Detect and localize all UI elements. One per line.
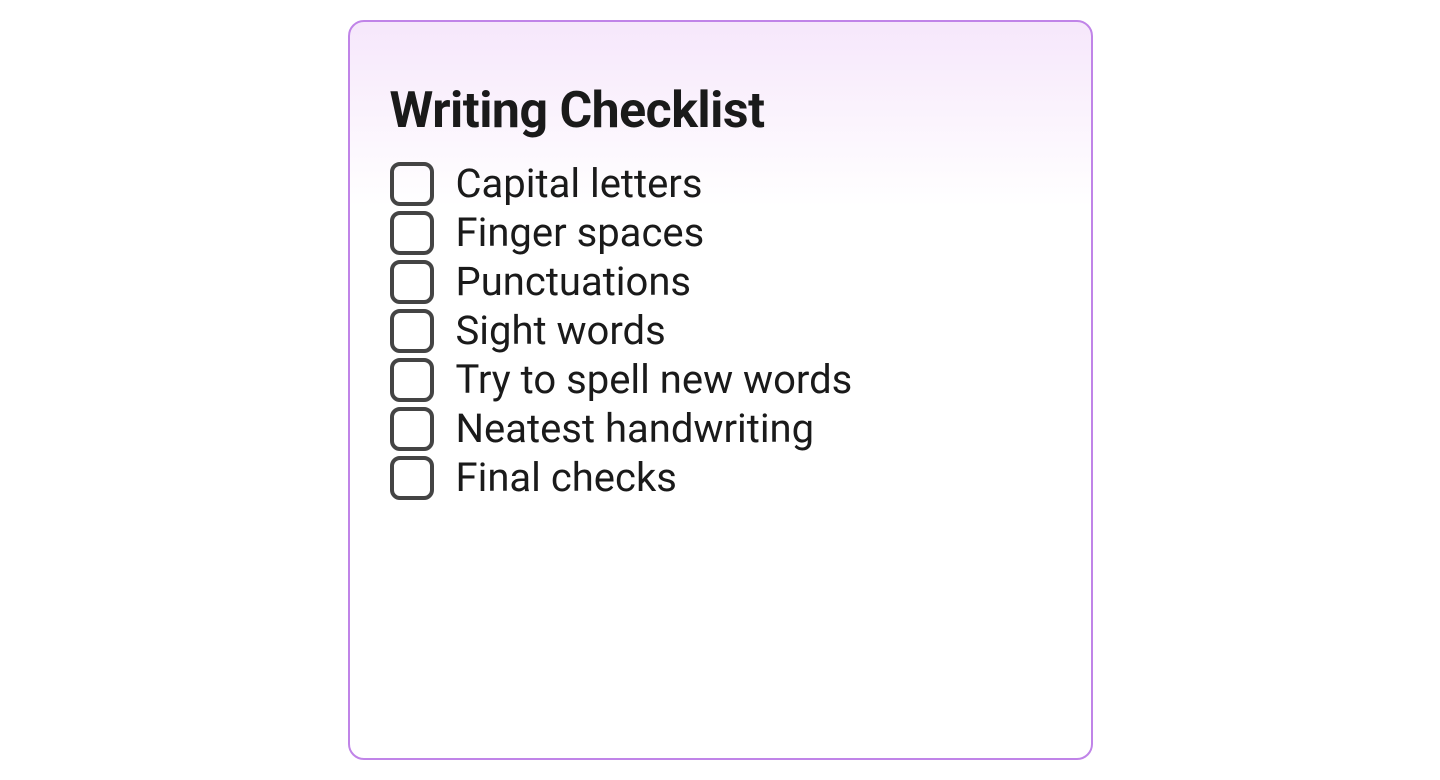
checkbox[interactable] — [390, 309, 434, 353]
checkbox[interactable] — [390, 358, 434, 402]
checkbox[interactable] — [390, 456, 434, 500]
checklist: Capital letters Finger spaces Punctuatio… — [390, 160, 1051, 501]
item-label: Capital letters — [456, 160, 703, 207]
list-item: Capital letters — [390, 160, 1051, 207]
checkbox[interactable] — [390, 211, 434, 255]
item-label: Finger spaces — [456, 209, 705, 256]
item-label: Try to spell new words — [456, 356, 853, 403]
item-label: Final checks — [456, 454, 677, 501]
card-title: Writing Checklist — [390, 82, 1051, 140]
item-label: Neatest handwriting — [456, 405, 815, 452]
checklist-card: Writing Checklist Capital letters Finger… — [348, 20, 1093, 760]
list-item: Sight words — [390, 307, 1051, 354]
list-item: Neatest handwriting — [390, 405, 1051, 452]
list-item: Try to spell new words — [390, 356, 1051, 403]
item-label: Punctuations — [456, 258, 692, 305]
list-item: Punctuations — [390, 258, 1051, 305]
item-label: Sight words — [456, 307, 666, 354]
list-item: Finger spaces — [390, 209, 1051, 256]
list-item: Final checks — [390, 454, 1051, 501]
checkbox[interactable] — [390, 260, 434, 304]
checkbox[interactable] — [390, 162, 434, 206]
checkbox[interactable] — [390, 407, 434, 451]
